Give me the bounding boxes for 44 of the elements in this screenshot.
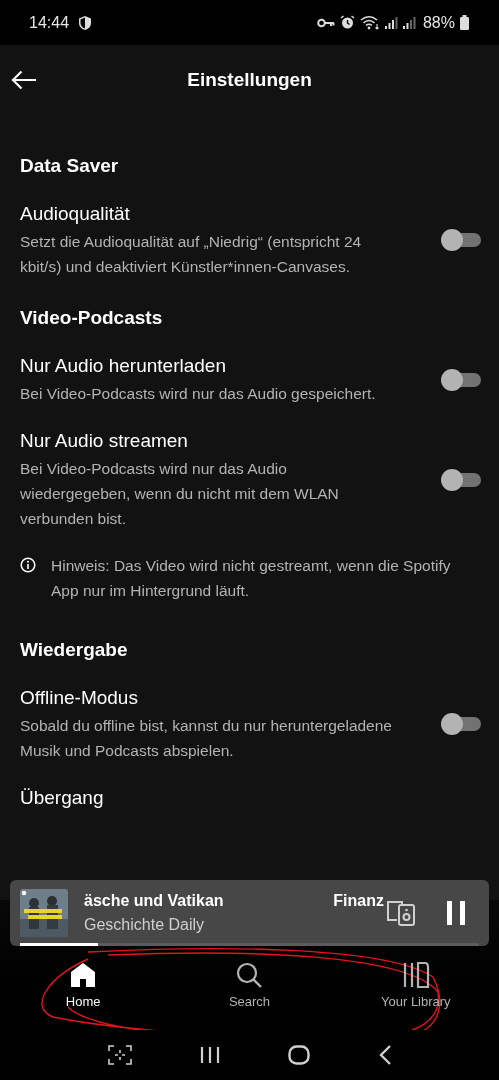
setting-title: Nur Audio herunterladen xyxy=(20,354,227,378)
setting-title: Audioqualität xyxy=(20,202,131,226)
home-icon xyxy=(69,960,98,989)
nav-tab[interactable]: Search xyxy=(194,960,305,1015)
toggle-switch[interactable] xyxy=(441,368,481,391)
alarm-icon xyxy=(339,15,355,30)
toggle-switch[interactable] xyxy=(441,229,481,251)
setting-title: Übergang xyxy=(20,786,105,810)
battery-icon xyxy=(460,15,469,30)
signal-icon xyxy=(384,16,398,29)
note-text: Hinweis: Das Video wird nicht gestreamt, wenn die Spotify App nur im Hintergrund läuft. xyxy=(51,556,452,601)
speaker-device-icon[interactable] xyxy=(386,900,416,926)
setting-description: Bei Video-Podcasts wird nur das Audio wiedergegeben, wenn du nicht mit dem WLAN verbunden bist. xyxy=(20,459,340,529)
podcast-name: Geschichte Daily xyxy=(84,916,206,934)
setting-title: Nur Audio streamen xyxy=(20,429,189,453)
setting-description: Bei Video-Podcasts wird nur das Audio gespeichert. xyxy=(20,384,377,404)
pause-icon[interactable] xyxy=(446,901,466,925)
battery-percentage: 88% xyxy=(422,13,455,32)
setting-title: Offline-Modus xyxy=(20,686,139,710)
section-heading: Video-Podcasts xyxy=(20,306,164,330)
nav-tab[interactable]: Home xyxy=(28,960,139,1015)
mini-player[interactable]: äsche und Vatikan Finanz Geschichte Daily xyxy=(10,880,489,946)
status-time: 14:44 xyxy=(29,13,70,32)
setting-description: Setzt die Audioqualität auf „Niedrig“ (entspricht 24 kbit/s) und deaktiviert Künstler*innen-Canvases. xyxy=(20,232,363,277)
track-title: äsche und Vatikan xyxy=(84,892,224,910)
back-icon[interactable] xyxy=(377,1045,392,1065)
info-icon xyxy=(20,557,36,573)
toggle-switch[interactable] xyxy=(441,468,481,491)
search-icon xyxy=(235,960,264,989)
wifi-icon xyxy=(359,15,380,30)
screen-title: Einstellungen xyxy=(187,69,312,91)
key-icon xyxy=(316,16,335,29)
section-heading: Data Saver xyxy=(20,154,120,178)
back-arrow-icon[interactable] xyxy=(11,70,37,90)
shield-icon xyxy=(78,14,93,31)
track-title: Finanz xyxy=(333,892,384,910)
section-heading: Wiedergabe xyxy=(20,638,129,662)
toggle-switch[interactable] xyxy=(441,713,481,735)
screenshot-capture-icon[interactable] xyxy=(107,1045,132,1065)
setting-description: Sobald du offline bist, kannst du nur heruntergeladene Musik und Podcasts abspielen. xyxy=(20,716,393,761)
library-icon xyxy=(401,960,430,989)
signal-icon xyxy=(402,16,416,29)
recent-apps-icon[interactable] xyxy=(199,1046,220,1064)
home-button-icon[interactable] xyxy=(287,1045,310,1065)
